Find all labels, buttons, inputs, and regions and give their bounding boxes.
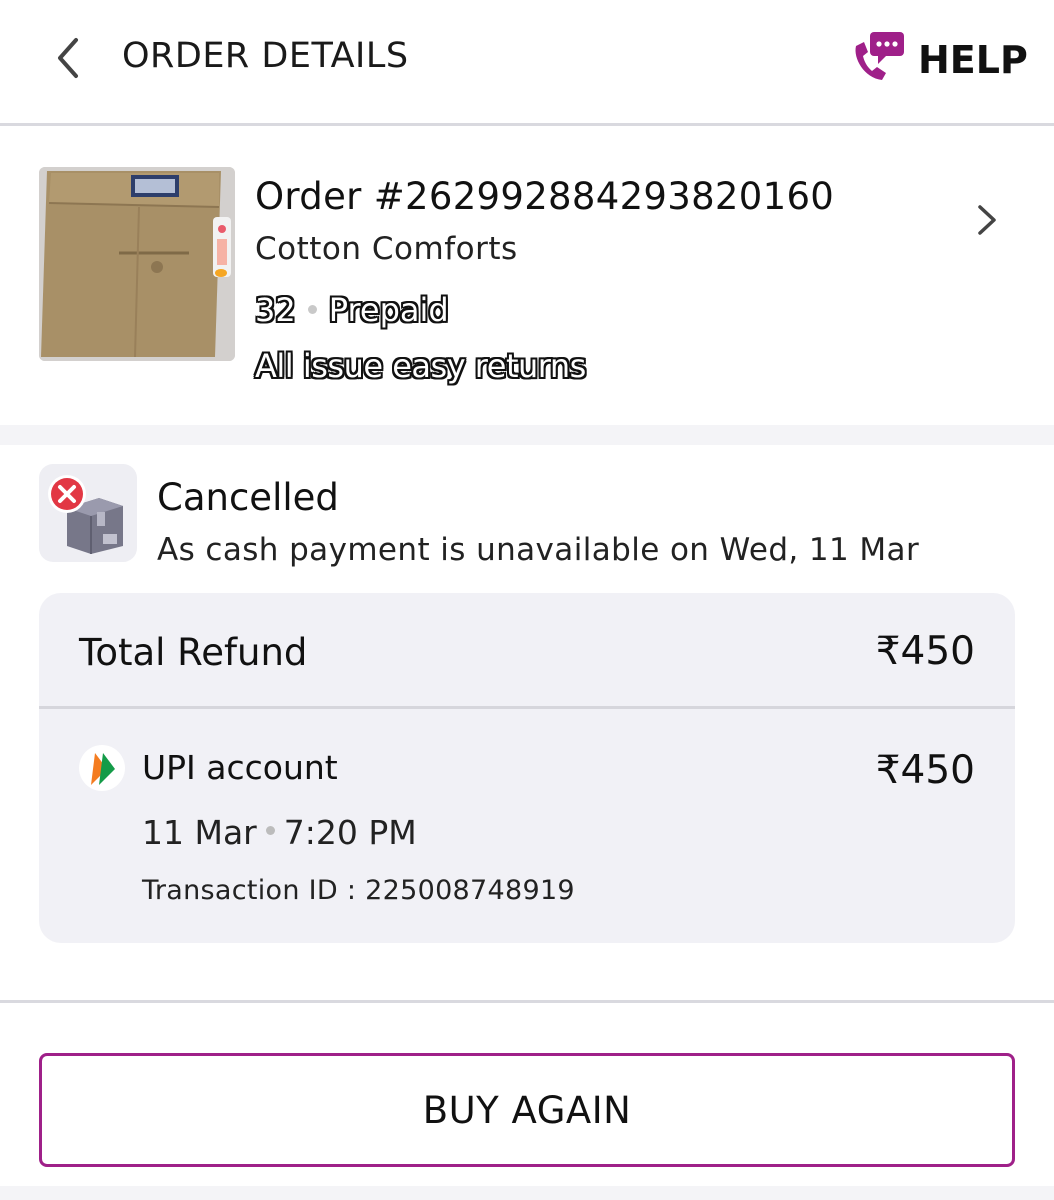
refund-date: 11 Mar [142,813,257,852]
order-number: Order #262992884293820160 [255,175,835,218]
refund-datetime: 11 Mar 7:20 PM [142,813,417,852]
refund-card: Total Refund ₹450 UPI account ₹450 11 Ma… [39,593,1015,943]
buy-again-button[interactable]: BUY AGAIN [39,1053,1015,1167]
total-refund-label: Total Refund [79,631,308,674]
app-header: ORDER DETAILS HELP [0,0,1054,126]
returns-note: All issue easy returns [255,347,586,385]
separator-dot [307,304,317,314]
refund-method-amount: ₹450 [875,748,975,793]
help-label: HELP [918,38,1028,82]
chevron-right-icon [978,205,996,235]
chevron-left-icon [58,38,78,78]
separator-dot [265,826,275,835]
order-status-title: Cancelled [157,476,339,519]
order-product-row[interactable]: Order #262992884293820160 Cotton Comfort… [0,129,1054,425]
khaki-trousers-image [39,167,235,361]
cancelled-package-icon [39,464,137,562]
refund-time: 7:20 PM [283,813,417,852]
order-status-message: As cash payment is unavailable on Wed, 1… [157,532,920,568]
product-meta: 32 Prepaid [255,291,449,329]
section-divider [0,1000,1054,1003]
transaction-id: Transaction ID : 225008748919 [142,875,575,906]
payment-type: Prepaid [328,291,449,329]
page-title: ORDER DETAILS [122,36,409,76]
back-button[interactable] [46,30,92,86]
refund-summary: Total Refund ₹450 [39,593,1015,709]
refund-method-label: UPI account [142,748,338,787]
phone-chat-icon [855,32,904,80]
help-button[interactable]: HELP [850,26,1030,90]
section-separator [0,425,1054,445]
product-size: 32 [255,291,296,329]
bottom-band [0,1186,1054,1200]
product-name: Cotton Comforts [255,231,518,267]
upi-logo-icon [79,745,125,791]
total-refund-amount: ₹450 [875,629,975,674]
